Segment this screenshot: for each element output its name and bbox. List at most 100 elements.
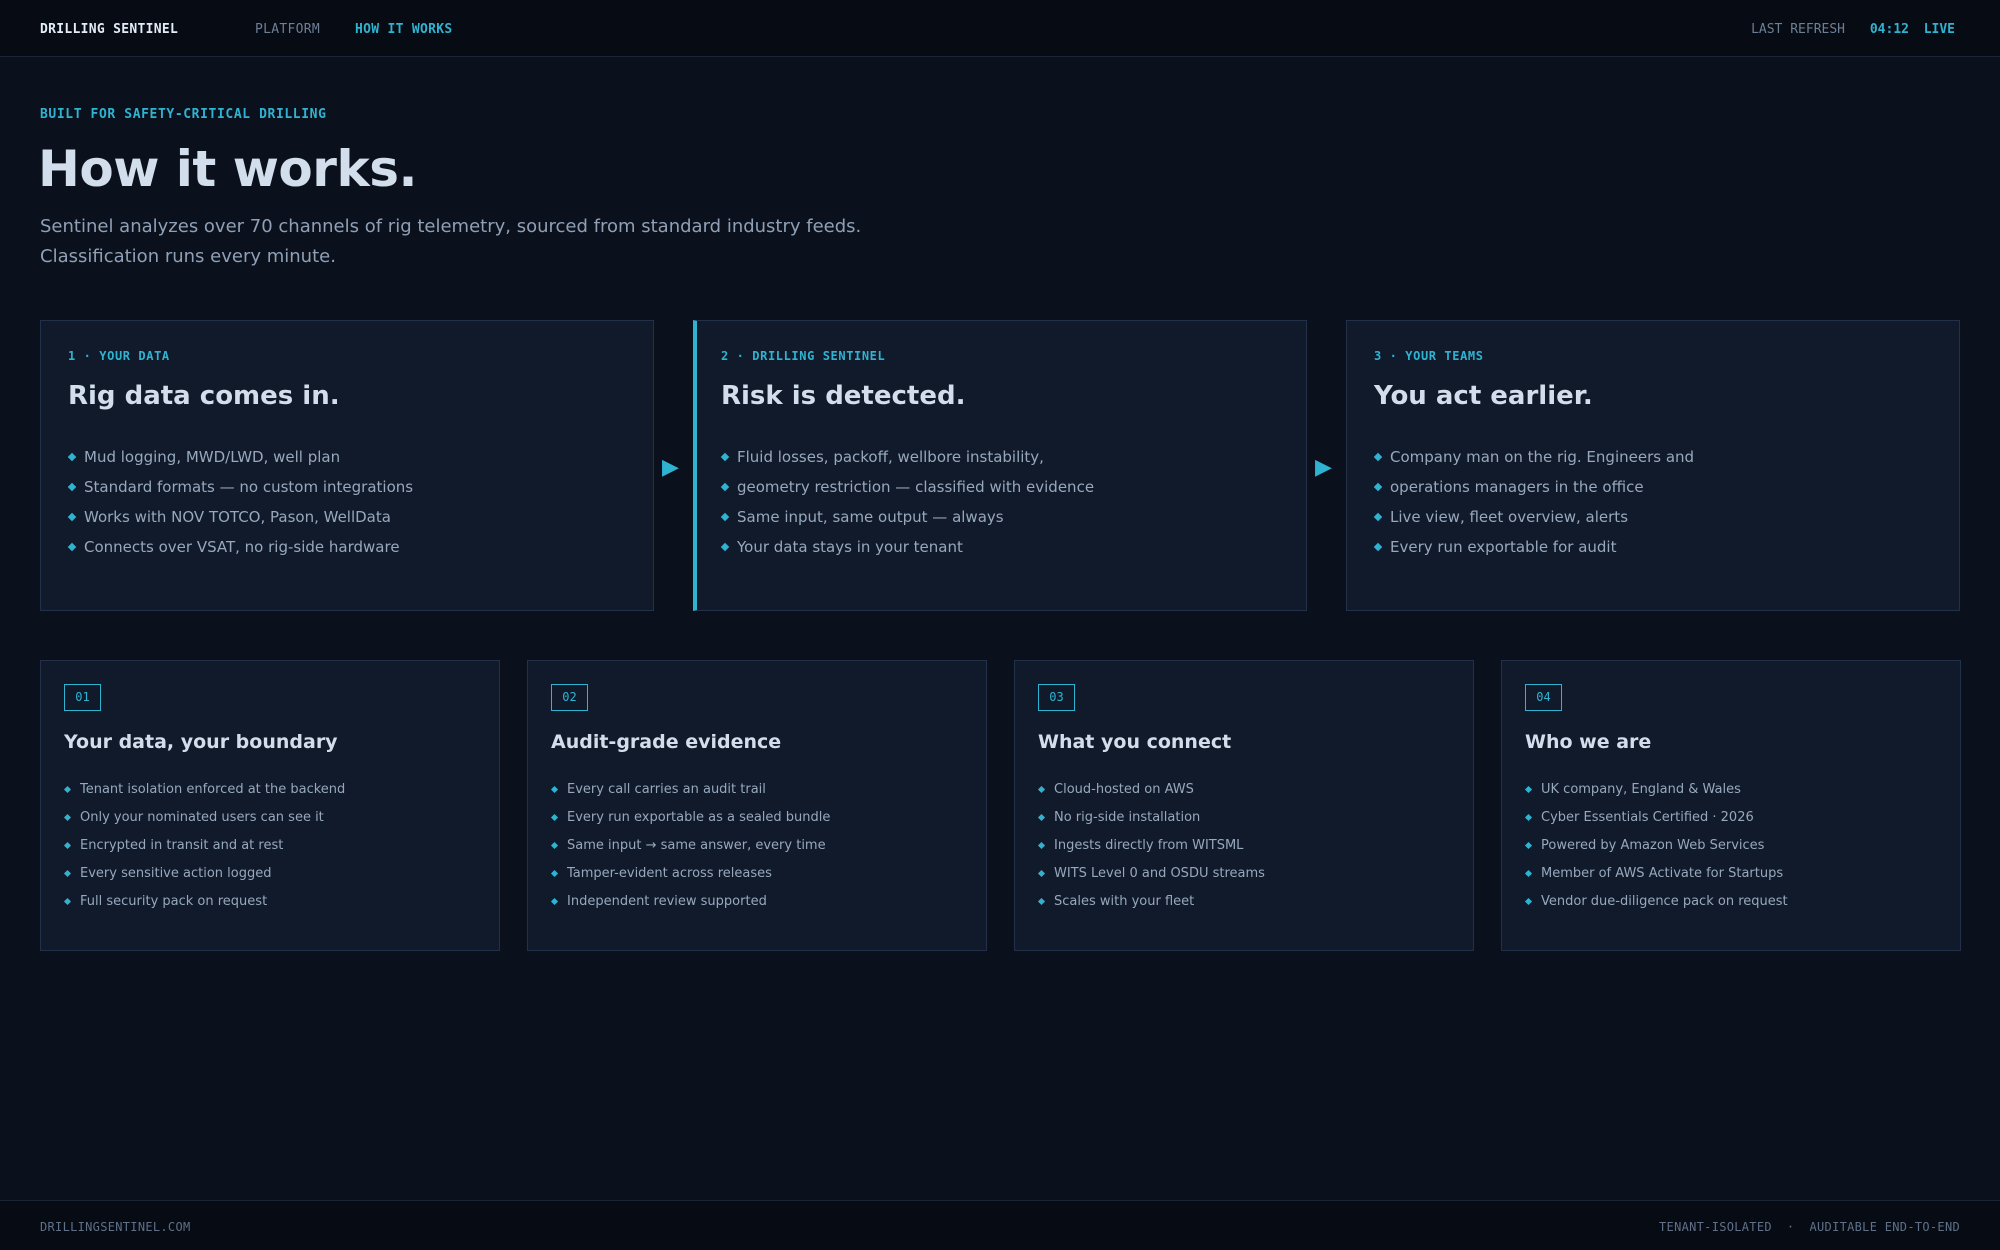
list-item: Encrypted in transit and at rest — [63, 837, 345, 865]
list-item-text: Full security pack on request — [80, 894, 268, 909]
list-item: WITS Level 0 and OSDU streams — [1037, 865, 1265, 893]
live-status-badge: LIVE — [1923, 22, 1955, 37]
step-eyebrow: 3 · YOUR TEAMS — [1374, 349, 1484, 363]
feature-list: Every call carries an audit trail Every … — [550, 781, 831, 921]
footer-tagline: TENANT-ISOLATED · AUDITABLE END-TO-END — [1659, 1220, 1960, 1234]
bullet-diamond-icon — [1037, 813, 1046, 822]
list-item: Scales with your fleet — [1037, 893, 1265, 921]
list-item-text: Fluid losses, packoff, wellbore instabil… — [737, 448, 1044, 466]
list-item-text: Only your nominated users can see it — [80, 810, 324, 825]
bullet-diamond-icon — [720, 512, 730, 522]
list-item-text: Member of AWS Activate for Startups — [1541, 866, 1784, 881]
list-item: Ingests directly from WITSML — [1037, 837, 1265, 865]
list-item-text: Vendor due-diligence pack on request — [1541, 894, 1788, 909]
list-item-text: Every sensitive action logged — [80, 866, 272, 881]
feature-number-badge: 03 — [1038, 684, 1075, 711]
nav-link-how-it-works[interactable]: HOW IT WORKS — [355, 22, 453, 37]
list-item: Company man on the rig. Engineers and — [1373, 447, 1694, 477]
bullet-diamond-icon — [1524, 841, 1533, 850]
last-refresh-label: LAST REFRESH — [1751, 22, 1845, 37]
list-item: Every run exportable for audit — [1373, 537, 1694, 567]
last-refresh-time: 04:12 — [1869, 22, 1909, 37]
step-list: Fluid losses, packoff, wellbore instabil… — [720, 447, 1095, 567]
feature-card-data-boundary: 01 Your data, your boundary Tenant isola… — [40, 660, 500, 951]
bullet-diamond-icon — [720, 482, 730, 492]
hero-eyebrow: BUILT FOR SAFETY-CRITICAL DRILLING — [40, 107, 327, 122]
bullet-diamond-icon — [720, 542, 730, 552]
bullet-diamond-icon — [1524, 897, 1533, 906]
list-item-text: operations managers in the office — [1390, 478, 1644, 496]
bullet-diamond-icon — [67, 512, 77, 522]
bullet-diamond-icon — [63, 869, 72, 878]
step-card-your-data: 1 · YOUR DATA Rig data comes in. Mud log… — [40, 320, 654, 611]
footer-domain-link[interactable]: DRILLINGSENTINEL.COM — [40, 1220, 191, 1234]
feature-card-what-you-connect: 03 What you connect Cloud-hosted on AWS … — [1014, 660, 1474, 951]
arrow-right-icon: ▶ — [1315, 455, 1332, 480]
list-item: No rig-side installation — [1037, 809, 1265, 837]
nav-link-platform[interactable]: PLATFORM — [255, 22, 320, 37]
feature-title: Your data, your boundary — [64, 731, 338, 753]
list-item-text: WITS Level 0 and OSDU streams — [1054, 866, 1265, 881]
list-item-text: Your data stays in your tenant — [737, 538, 963, 556]
list-item: Every sensitive action logged — [63, 865, 345, 893]
step-title: You act earlier. — [1374, 381, 1593, 411]
list-item: Only your nominated users can see it — [63, 809, 345, 837]
top-bar: DRILLING SENTINEL PLATFORM HOW IT WORKS … — [0, 0, 2000, 57]
list-item: Vendor due-diligence pack on request — [1524, 893, 1788, 921]
feature-list: Tenant isolation enforced at the backend… — [63, 781, 346, 921]
step-eyebrow: 2 · DRILLING SENTINEL — [721, 349, 886, 363]
list-item-text: Scales with your fleet — [1054, 894, 1195, 909]
footer: DRILLINGSENTINEL.COM TENANT-ISOLATED · A… — [0, 1200, 2000, 1250]
feature-number-badge: 04 — [1525, 684, 1562, 711]
bullet-diamond-icon — [550, 785, 559, 794]
brand-logo[interactable]: DRILLING SENTINEL — [40, 22, 178, 37]
list-item: Every run exportable as a sealed bundle — [550, 809, 831, 837]
list-item: Same input, same output — always — [720, 507, 1094, 537]
step-list: Mud logging, MWD/LWD, well plan Standard… — [67, 447, 413, 567]
feature-title: What you connect — [1038, 731, 1232, 753]
list-item-text: Live view, fleet overview, alerts — [1390, 508, 1629, 526]
feature-number-badge: 02 — [551, 684, 588, 711]
list-item: operations managers in the office — [1373, 477, 1694, 507]
bullet-diamond-icon — [720, 452, 730, 462]
list-item: Cloud-hosted on AWS — [1037, 781, 1265, 809]
list-item: UK company, England & Wales — [1524, 781, 1788, 809]
list-item: Your data stays in your tenant — [720, 537, 1094, 567]
bullet-diamond-icon — [1524, 813, 1533, 822]
bullet-diamond-icon — [1373, 452, 1383, 462]
list-item-text: Cyber Essentials Certified · 2026 — [1541, 810, 1754, 825]
list-item: geometry restriction — classified with e… — [720, 477, 1095, 507]
step-title: Rig data comes in. — [68, 381, 340, 411]
list-item: Tenant isolation enforced at the backend — [63, 781, 346, 809]
bullet-diamond-icon — [63, 897, 72, 906]
bullet-diamond-icon — [1373, 512, 1383, 522]
list-item-text: Independent review supported — [567, 894, 767, 909]
step-eyebrow: 1 · YOUR DATA — [68, 349, 170, 363]
feature-list: Cloud-hosted on AWS No rig-side installa… — [1037, 781, 1265, 921]
step-title: Risk is detected. — [721, 381, 966, 411]
list-item-text: geometry restriction — classified with e… — [737, 478, 1095, 496]
feature-title: Audit-grade evidence — [551, 731, 782, 753]
list-item: Fluid losses, packoff, wellbore instabil… — [720, 447, 1094, 477]
list-item: Cyber Essentials Certified · 2026 — [1524, 809, 1788, 837]
hero-subtitle: Sentinel analyzes over 70 channels of ri… — [40, 212, 940, 272]
step-card-your-teams: 3 · YOUR TEAMS You act earlier. Company … — [1346, 320, 1960, 611]
hero-subtitle-line: Classification runs every minute. — [40, 246, 336, 267]
bullet-diamond-icon — [67, 452, 77, 462]
feature-card-who-we-are: 04 Who we are UK company, England & Wale… — [1501, 660, 1961, 951]
list-item-text: Same input → same answer, every time — [567, 838, 826, 853]
list-item: Member of AWS Activate for Startups — [1524, 865, 1788, 893]
bullet-diamond-icon — [67, 542, 77, 552]
bullet-diamond-icon — [1037, 897, 1046, 906]
bullet-diamond-icon — [1037, 841, 1046, 850]
list-item-text: Ingests directly from WITSML — [1054, 838, 1244, 853]
list-item-text: Every run exportable as a sealed bundle — [567, 810, 831, 825]
list-item: Same input → same answer, every time — [550, 837, 830, 865]
list-item-text: Cloud-hosted on AWS — [1054, 782, 1194, 797]
list-item: Powered by Amazon Web Services — [1524, 837, 1788, 865]
bullet-diamond-icon — [67, 482, 77, 492]
bullet-diamond-icon — [63, 813, 72, 822]
list-item-text: Tenant isolation enforced at the backend — [80, 782, 346, 797]
feature-card-audit-evidence: 02 Audit-grade evidence Every call carri… — [527, 660, 987, 951]
bullet-diamond-icon — [1373, 482, 1383, 492]
